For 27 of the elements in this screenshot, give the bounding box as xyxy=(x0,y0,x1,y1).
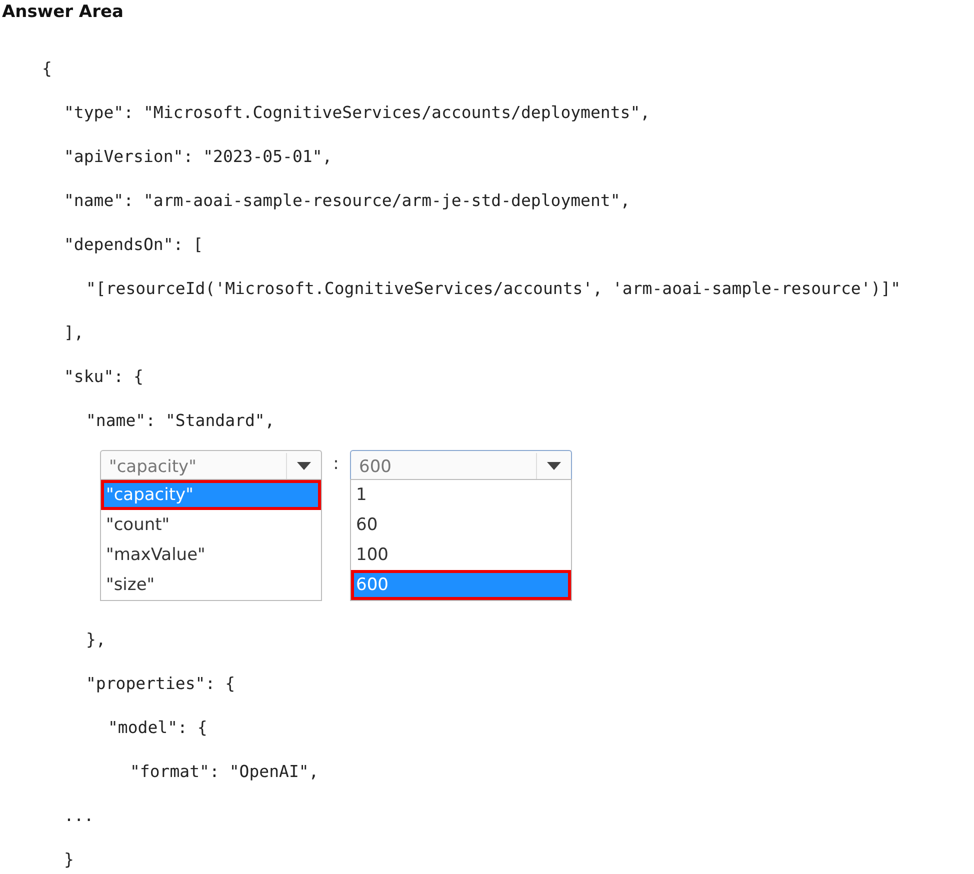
dropdown-option[interactable]: "count" xyxy=(101,510,321,540)
code-line: "name": "Standard", xyxy=(86,410,275,430)
caret-icon xyxy=(297,462,311,470)
dropdown-option[interactable]: 60 xyxy=(351,510,571,540)
answer-area-title: Answer Area xyxy=(1,2,124,24)
code-line: "model": { xyxy=(108,718,208,736)
code-line: "sku": { xyxy=(64,366,144,386)
code-line: "properties": { xyxy=(86,674,236,692)
code-line: ... xyxy=(64,806,94,824)
caret-icon xyxy=(547,462,561,470)
code-line: "[resourceId('Microsoft.CognitiveServices/accounts', 'arm-aoai-sample-resource')]" xyxy=(86,278,901,298)
dropdown-option[interactable]: "size" xyxy=(101,570,321,600)
dropdown-option[interactable]: "maxValue" xyxy=(101,540,321,570)
dropdown-option[interactable]: 1 xyxy=(351,480,571,510)
code-line: "apiVersion": "2023-05-01", xyxy=(64,146,332,166)
dropdown-option[interactable]: 100 xyxy=(351,540,571,570)
dropdown-select[interactable]: 600 xyxy=(350,450,572,479)
code-line: "dependsOn": [ xyxy=(64,234,204,254)
code-line: ], xyxy=(64,322,84,342)
code-line: "format": "OpenAI", xyxy=(130,762,319,780)
code-line: "type": "Microsoft.CognitiveServices/accounts/deployments", xyxy=(64,102,650,122)
code-line: }, xyxy=(86,630,106,648)
code-line: { xyxy=(42,58,52,78)
dropdown-select[interactable]: "capacity" xyxy=(100,450,322,479)
code-line: } xyxy=(64,850,74,868)
code-line: "name": "arm-aoai-sample-resource/arm-je-std-deployment", xyxy=(64,190,630,210)
colon: : xyxy=(332,453,340,474)
